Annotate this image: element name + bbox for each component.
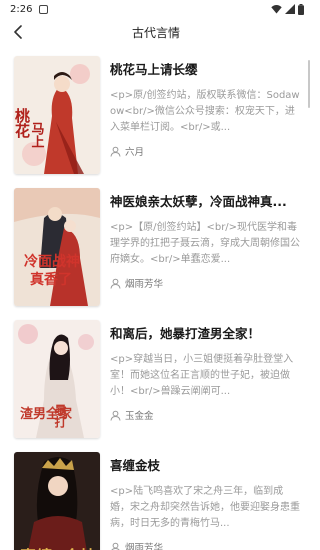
book-info: 喜缠金枝 <p>陆飞鸣喜欢了宋之舟三年，临到成婚，宋之舟却突然告诉她，他要迎娶身… xyxy=(110,452,302,550)
book-cover[interactable]: 桃花 马上 xyxy=(14,56,100,174)
author-name: 六月 xyxy=(125,147,145,158)
book-cover-image: 冷面战神 真香了 xyxy=(14,188,100,306)
author-name: 玉金金 xyxy=(125,411,154,422)
status-time: 2:26 xyxy=(10,3,33,15)
chevron-left-icon xyxy=(14,25,22,39)
book-item[interactable]: 冷面战神 真香了 神医娘亲太妖孽，冷面战神真... <p>【原/创签约站】<br… xyxy=(0,188,312,310)
user-icon xyxy=(110,278,121,289)
book-info: 桃花马上请长缨 <p>原/创签约站，版权联系微信：Sodawow<br/>微信公… xyxy=(110,56,302,158)
book-cover-image: 桃花 马上 xyxy=(14,56,100,174)
scrollbar-thumb[interactable] xyxy=(308,60,310,108)
svg-text:暴打: 暴打 xyxy=(53,404,67,429)
svg-text:马上: 马上 xyxy=(29,122,45,148)
author-name: 烟雨芳华 xyxy=(125,279,164,290)
svg-text:真香了: 真香了 xyxy=(30,271,72,288)
author-name: 烟雨芳华 xyxy=(125,543,164,550)
notification-icon xyxy=(39,4,49,14)
status-left: 2:26 xyxy=(10,3,49,15)
book-title: 和离后，她暴打渣男全家！ xyxy=(110,326,261,341)
book-item[interactable]: 渣男全家 暴打 和离后，她暴打渣男全家！ <p>穿越当日，小三姐便挺着孕肚登堂入… xyxy=(0,320,312,442)
battery-icon xyxy=(298,3,304,15)
user-icon xyxy=(110,410,121,421)
book-cover[interactable]: 喜缠 金枝 xyxy=(14,452,100,550)
nav-bar: 古代言情 xyxy=(0,18,312,46)
status-bar: 2:26 xyxy=(0,0,312,18)
status-right xyxy=(271,3,304,15)
signal-icon xyxy=(285,4,295,14)
cover-title-art: 冷面战神 xyxy=(24,253,80,270)
book-description: <p>穿越当日，小三姐便挺着孕肚登堂入室！而她这位名正言顺的世子妃，被迫做小！<… xyxy=(110,354,294,397)
page-title: 古代言情 xyxy=(131,25,180,40)
book-cover[interactable]: 渣男全家 暴打 xyxy=(14,320,100,438)
user-icon xyxy=(110,146,121,157)
author-row: 六月 xyxy=(110,144,144,158)
wifi-icon xyxy=(271,5,282,14)
book-item[interactable]: 桃花 马上 桃花马上请长缨 <p>原/创签约站，版权联系微信：Sodawow<b… xyxy=(0,56,312,178)
book-cover-image: 渣男全家 暴打 xyxy=(14,320,100,438)
book-title: 喜缠金枝 xyxy=(110,458,161,473)
book-cover-image: 喜缠 金枝 xyxy=(14,452,100,550)
back-button[interactable] xyxy=(9,23,27,41)
author-row: 烟雨芳华 xyxy=(110,540,163,550)
book-description: <p>陆飞鸣喜欢了宋之舟三年，临到成婚，宋之舟却突然告诉她，他要迎娶身患重病，时… xyxy=(110,486,300,529)
book-title: 神医娘亲太妖孽，冷面战神真... xyxy=(110,194,287,209)
book-info: 神医娘亲太妖孽，冷面战神真... <p>【原/创签约站】<br/>现代医学和毒理… xyxy=(110,188,302,290)
user-icon xyxy=(111,542,120,550)
book-description: <p>【原/创签约站】<br/>现代医学和毒理学界的扛把子聂云滴，穿成大周朝修国… xyxy=(110,222,300,265)
book-item[interactable]: 喜缠 金枝 喜缠金枝 <p>陆飞鸣喜欢了宋之舟三年，临到成婚，宋之舟却突然告诉她… xyxy=(0,452,312,550)
author-row: 烟雨芳华 xyxy=(110,276,163,290)
author-row: 玉金金 xyxy=(110,408,154,422)
book-cover[interactable]: 冷面战神 真香了 xyxy=(14,188,100,306)
book-info: 和离后，她暴打渣男全家！ <p>穿越当日，小三姐便挺着孕肚登堂入室！而她这位名正… xyxy=(110,320,302,422)
book-description: <p>原/创签约站，版权联系微信：Sodawow<br/>微信公众号搜索：权宠天… xyxy=(110,90,300,133)
book-title: 桃花马上请长缨 xyxy=(110,62,198,77)
